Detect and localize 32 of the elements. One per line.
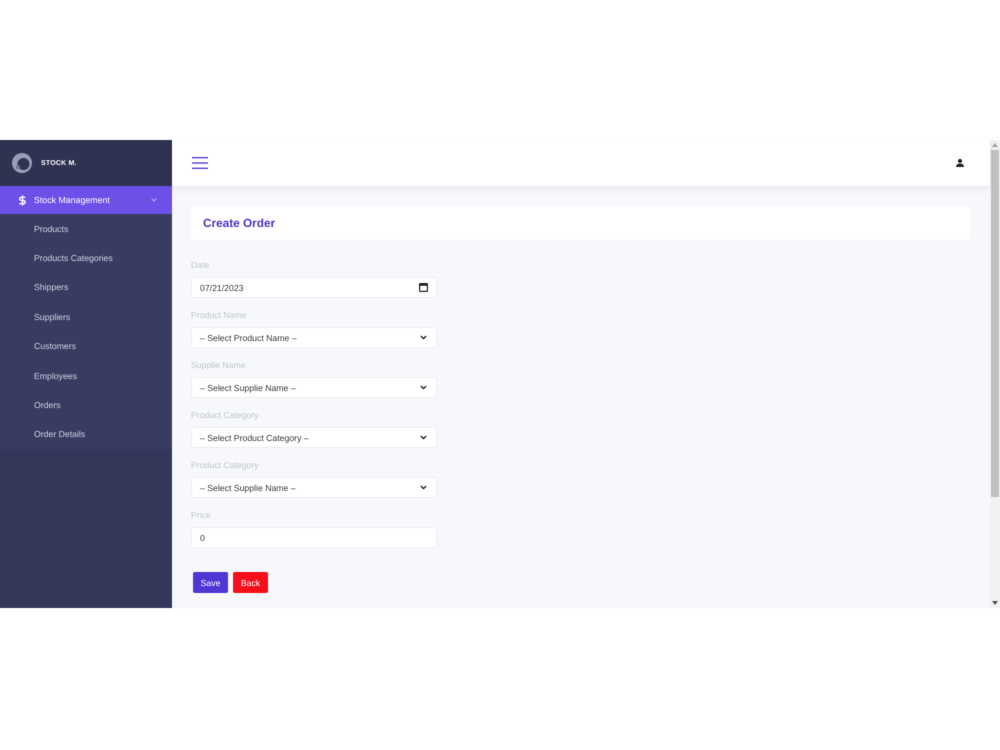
dropdown-field[interactable]: – Select Product Name – xyxy=(191,327,437,348)
sidebar-item[interactable]: Products Categories xyxy=(0,243,172,273)
sidebar-item[interactable]: Orders xyxy=(0,390,172,420)
user-button[interactable] xyxy=(956,159,964,167)
user-icon xyxy=(956,159,964,167)
chevron-down-icon xyxy=(419,383,428,392)
scrollbar-thumb[interactable] xyxy=(991,150,999,497)
sidebar-item[interactable]: Employees xyxy=(0,360,172,390)
sidebar-item[interactable]: Shippers xyxy=(0,272,172,302)
dropdown-field[interactable]: – Select Supplie Name – xyxy=(191,477,437,498)
menu-button[interactable] xyxy=(192,157,208,169)
chevron-down-icon xyxy=(419,483,428,492)
sidebar-group[interactable]: Stock Management xyxy=(0,186,172,214)
scrollbar[interactable] xyxy=(990,140,1000,608)
date-field[interactable]: 07/21/2023 xyxy=(191,277,437,298)
logo-icon xyxy=(12,153,32,173)
chevron-down-icon xyxy=(419,333,428,342)
scroll-down-icon[interactable] xyxy=(992,601,998,605)
sidebar-item[interactable]: Order Details xyxy=(0,420,172,450)
dropdown-field[interactable]: – Select Product Category – xyxy=(191,427,437,448)
calendar-icon[interactable] xyxy=(419,283,428,292)
dollar-icon xyxy=(17,194,28,206)
page-title: Create Order xyxy=(203,216,276,230)
menu-icon xyxy=(192,157,208,169)
chevron-down-icon xyxy=(419,433,428,442)
sidebar-item[interactable]: Products xyxy=(0,214,172,244)
back-button[interactable]: Back xyxy=(233,572,268,593)
dropdown-field[interactable]: – Select Supplie Name – xyxy=(191,377,437,398)
sidebar-item[interactable]: Suppliers xyxy=(0,302,172,332)
sidebar-item[interactable]: Customers xyxy=(0,332,172,361)
save-button[interactable]: Save xyxy=(193,572,228,593)
input-field[interactable]: 0 xyxy=(191,527,437,548)
